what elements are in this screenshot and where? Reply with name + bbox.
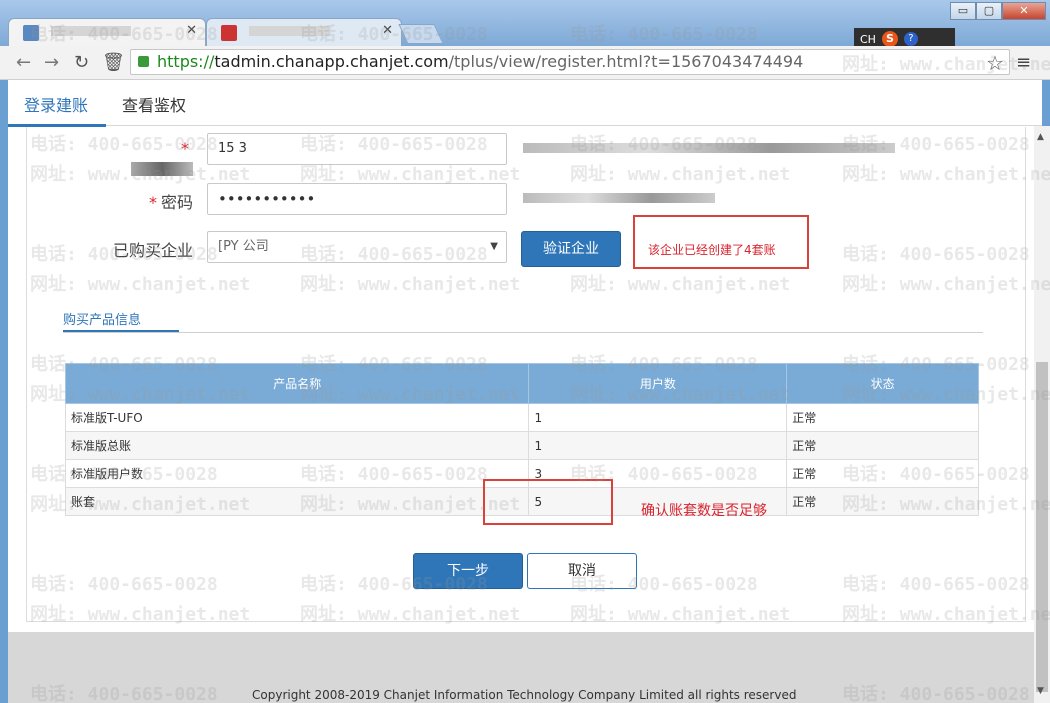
- copyright-text: Copyright 2008-2019 Chanjet Information …: [252, 688, 797, 702]
- col-status: 状态: [786, 363, 979, 404]
- footer: Copyright 2008-2019 Chanjet Information …: [8, 632, 1042, 703]
- user-count: 1: [528, 403, 788, 432]
- tab-view-auth[interactable]: 查看鉴权: [122, 92, 186, 116]
- account-input[interactable]: 15 3: [207, 133, 507, 165]
- favicon-icon: [221, 25, 237, 41]
- company-selected-value: [PY 公司: [218, 239, 269, 254]
- verify-company-button[interactable]: 验证企业: [521, 231, 621, 267]
- scrollbar-thumb[interactable]: [1036, 362, 1048, 692]
- url-path: /tplus/view/register.html?t=156704347449…: [448, 52, 804, 71]
- col-product-name: 产品名称: [64, 363, 530, 404]
- section-tab-underline: [63, 330, 179, 332]
- company-notice: 该企业已经创建了4套账: [648, 243, 776, 257]
- status: 正常: [786, 487, 979, 516]
- product-name: 标准版总账: [64, 431, 530, 460]
- annotation-box: [483, 479, 613, 525]
- help-icon[interactable]: ?: [903, 32, 918, 46]
- tab-close-icon[interactable]: ✕: [382, 23, 393, 38]
- product-name: 账套: [64, 487, 530, 516]
- vertical-scrollbar[interactable]: ▲ ▼: [1034, 126, 1050, 703]
- table-row: 标准版T-UFO 1 正常: [64, 403, 979, 432]
- tab-close-icon[interactable]: ✕: [186, 23, 197, 38]
- register-form: * 15 3 * 密码 ••••••••••• 已购买企业 [PY 公司 ▼ 验证…: [26, 127, 1026, 622]
- section-divider: [63, 332, 983, 333]
- user-count: 1: [528, 431, 788, 460]
- tab-login-setup[interactable]: 登录建账: [24, 92, 88, 116]
- scroll-up-icon[interactable]: ▲: [1037, 132, 1044, 142]
- product-name: 标准版T-UFO: [64, 403, 530, 432]
- tab-title: [249, 26, 329, 36]
- menu-icon[interactable]: ≡: [1016, 52, 1031, 73]
- status: 正常: [786, 459, 979, 488]
- sub-nav: 登录建账 查看鉴权: [8, 80, 1042, 127]
- company-label: 已购买企业: [112, 241, 193, 260]
- status: 正常: [786, 403, 979, 432]
- blurred-hint: [523, 143, 895, 153]
- bookmark-star-icon[interactable]: ☆: [986, 51, 1004, 75]
- blurred-hint: [523, 193, 715, 203]
- page: 登录建账 查看鉴权 * 15 3 * 密码 ••••••••••• 已购买企业 […: [8, 80, 1050, 703]
- scroll-down-icon[interactable]: ▼: [1037, 686, 1044, 696]
- ime-lang[interactable]: CH: [860, 33, 876, 46]
- product-name: 标准版用户数: [64, 459, 530, 488]
- new-tab-button[interactable]: [398, 24, 444, 44]
- maximize-button[interactable]: ▢: [976, 2, 1002, 20]
- cancel-button[interactable]: 取消: [527, 553, 637, 589]
- favicon-icon: [23, 25, 39, 41]
- col-user-count: 用户数: [528, 363, 788, 404]
- address-bar[interactable]: https://tadmin.chanapp.chanjet.com/tplus…: [130, 49, 1010, 75]
- sogou-icon[interactable]: S: [881, 31, 898, 47]
- browser-toolbar: ← → ↻ 🗑 https://tadmin.chanapp.chanjet.c…: [0, 46, 1050, 80]
- company-select[interactable]: [PY 公司 ▼: [207, 231, 507, 263]
- trash-icon[interactable]: 🗑: [102, 52, 125, 73]
- title-bar: ✕ ✕ ▭ ▢ ✕ CH S ?: [0, 0, 1050, 50]
- url-host: tadmin.chanapp.chanjet.com: [214, 52, 449, 71]
- status: 正常: [786, 431, 979, 460]
- close-window-button[interactable]: ✕: [1002, 2, 1046, 20]
- browser-tab[interactable]: ✕: [206, 18, 402, 46]
- tab-title: [51, 26, 131, 36]
- account-count-annotation: 确认账套数是否足够: [641, 503, 767, 519]
- chevron-down-icon[interactable]: ▼: [490, 232, 498, 262]
- browser-tab-active[interactable]: ✕: [8, 18, 206, 46]
- password-input[interactable]: •••••••••••: [207, 183, 507, 215]
- url-scheme: https://: [157, 52, 215, 71]
- back-arrow-icon[interactable]: ←: [16, 52, 31, 73]
- password-label: * 密码: [148, 193, 193, 212]
- minimize-button[interactable]: ▭: [950, 2, 976, 20]
- reload-icon[interactable]: ↻: [74, 52, 89, 73]
- lock-icon: [138, 56, 149, 67]
- next-step-button[interactable]: 下一步: [413, 553, 523, 589]
- table-header-row: 产品名称 用户数 状态: [64, 363, 979, 404]
- section-title[interactable]: 购买产品信息: [63, 309, 141, 328]
- forward-arrow-icon[interactable]: →: [44, 52, 59, 73]
- table-row: 标准版总账 1 正常: [64, 431, 979, 460]
- account-label: *: [93, 139, 193, 177]
